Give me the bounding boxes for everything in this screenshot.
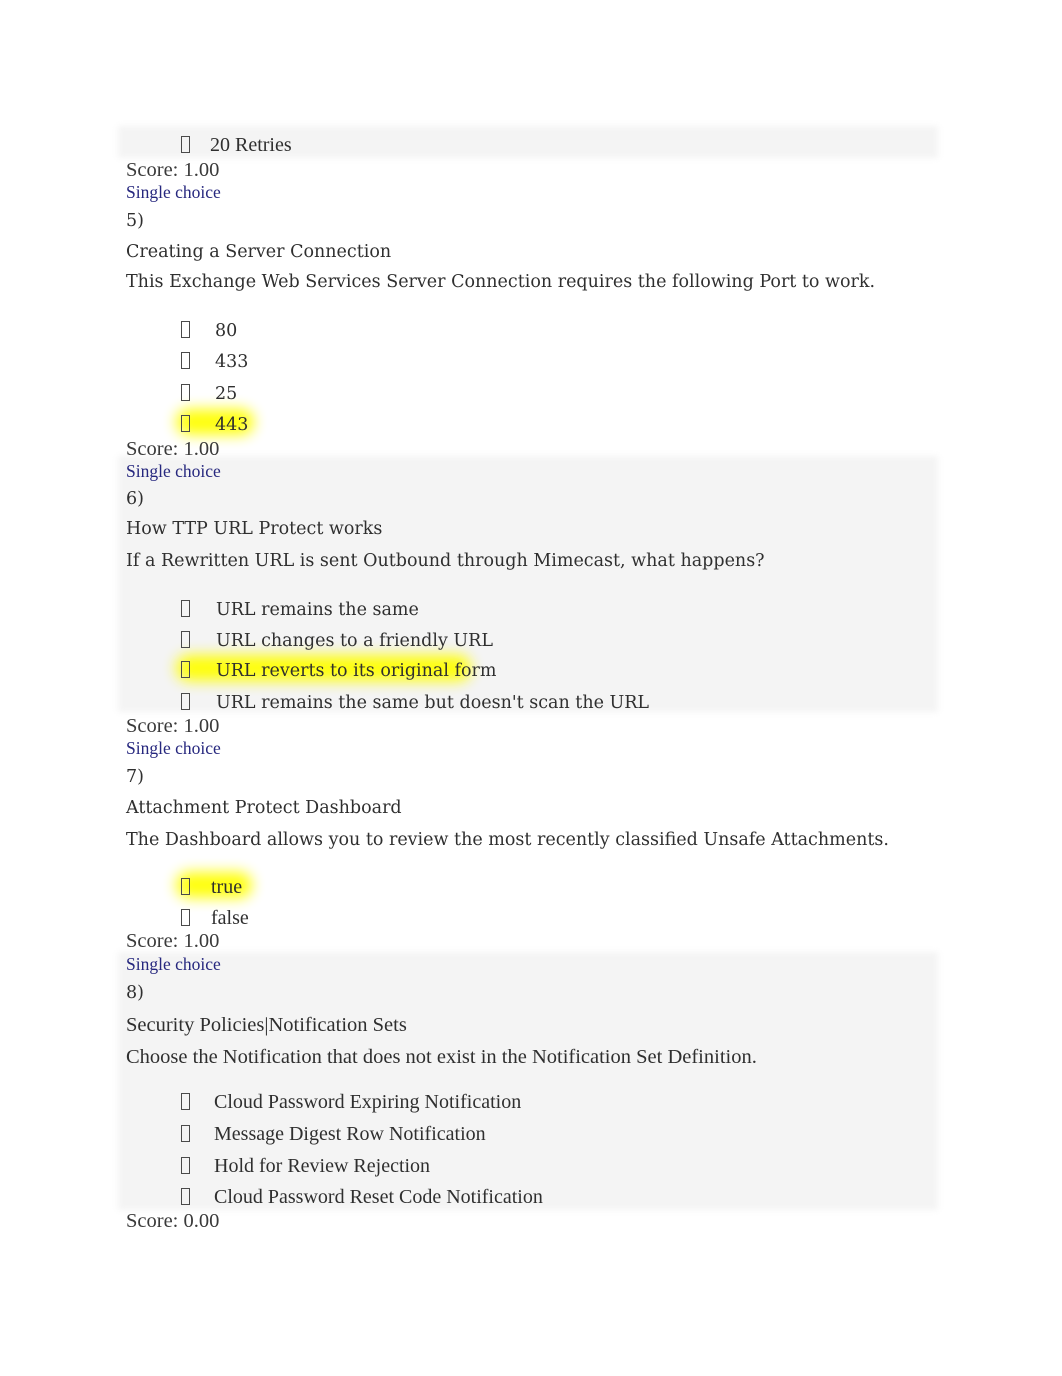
list-item[interactable]: Cloud Password Reset Code Notification <box>181 1186 543 1209</box>
option-label: URL remains the same but doesn't scan th… <box>216 693 650 713</box>
list-item[interactable]: Cloud Password Expiring Notification <box>181 1091 521 1114</box>
option-label: true <box>211 876 243 898</box>
score-label: Score: 1.00 <box>126 438 220 460</box>
bullet-box-icon <box>181 631 190 648</box>
bullet-box-icon <box>181 1188 190 1205</box>
list-item[interactable]: Hold for Review Rejection <box>181 1155 430 1178</box>
question-title: Security Policies|Notification Sets <box>126 1014 407 1036</box>
question-number: 8) <box>126 983 144 1003</box>
list-item[interactable]: URL changes to a friendly URL <box>181 629 493 651</box>
question-prompt: If a Rewritten URL is sent Outbound thro… <box>126 551 765 571</box>
question-type-label: Single choice <box>126 182 221 202</box>
question-number: 7) <box>126 767 144 787</box>
list-item[interactable]: URL reverts to its original form <box>181 659 496 681</box>
bullet-box-icon <box>181 415 190 432</box>
option-label: Cloud Password Reset Code Notification <box>214 1186 543 1208</box>
bullet-box-icon <box>181 1093 190 1110</box>
list-item[interactable]: 443 <box>181 413 248 435</box>
list-item[interactable]: Message Digest Row Notification <box>181 1123 486 1146</box>
bullet-box-icon <box>181 878 190 895</box>
bullet-box-icon <box>181 1125 190 1142</box>
list-item[interactable]: 80 <box>181 319 237 341</box>
option-label: Hold for Review Rejection <box>214 1155 431 1177</box>
option-label: false <box>211 907 249 929</box>
bullet-box-icon <box>181 1157 190 1174</box>
option-label: 433 <box>215 352 249 372</box>
question-type-label: Single choice <box>126 461 221 481</box>
bullet-box-icon <box>181 909 190 926</box>
document-page: 20 Retries Score: 1.00 Single choice 5) … <box>0 0 1062 1376</box>
list-item[interactable]: URL remains the same <box>181 598 419 620</box>
score-label: Score: 1.00 <box>126 930 220 952</box>
option-label: 25 <box>215 384 238 404</box>
list-item[interactable]: URL remains the same but doesn't scan th… <box>181 691 649 713</box>
question-type-label: Single choice <box>126 954 221 974</box>
list-item[interactable]: 25 <box>181 382 237 404</box>
option-label: URL changes to a friendly URL <box>216 631 493 651</box>
bullet-box-icon <box>181 661 190 678</box>
score-label: Score: 1.00 <box>126 159 220 181</box>
question-prompt: Choose the Notification that does not ex… <box>126 1046 757 1068</box>
option-label: URL remains the same <box>216 600 419 620</box>
question-title: Creating a Server Connection <box>126 242 392 262</box>
bullet-box-icon <box>181 384 190 401</box>
option-label: URL reverts to its original form <box>216 661 497 681</box>
list-item[interactable]: 20 Retries <box>181 134 292 157</box>
question-title: Attachment Protect Dashboard <box>126 798 402 818</box>
score-label: Score: 0.00 <box>126 1210 220 1232</box>
question-prompt: The Dashboard allows you to review the m… <box>126 830 889 850</box>
option-label: Cloud Password Expiring Notification <box>214 1091 522 1113</box>
question-title: How TTP URL Protect works <box>126 519 383 539</box>
bullet-box-icon <box>181 136 190 153</box>
bullet-box-icon <box>181 352 190 369</box>
bullet-box-icon <box>181 321 190 338</box>
list-item[interactable]: false <box>181 907 249 930</box>
option-label: 20 Retries <box>210 134 292 156</box>
question-number: 5) <box>126 211 144 231</box>
score-label: Score: 1.00 <box>126 715 220 737</box>
bullet-box-icon <box>181 600 190 617</box>
question-type-label: Single choice <box>126 738 221 758</box>
option-label: Message Digest Row Notification <box>214 1123 486 1145</box>
question-number: 6) <box>126 489 144 509</box>
bullet-box-icon <box>181 693 190 710</box>
list-item[interactable]: 433 <box>181 350 248 372</box>
option-label: 80 <box>215 321 238 341</box>
list-item[interactable]: true <box>181 876 242 899</box>
question-prompt: This Exchange Web Services Server Connec… <box>126 272 876 292</box>
option-label: 443 <box>215 415 249 435</box>
